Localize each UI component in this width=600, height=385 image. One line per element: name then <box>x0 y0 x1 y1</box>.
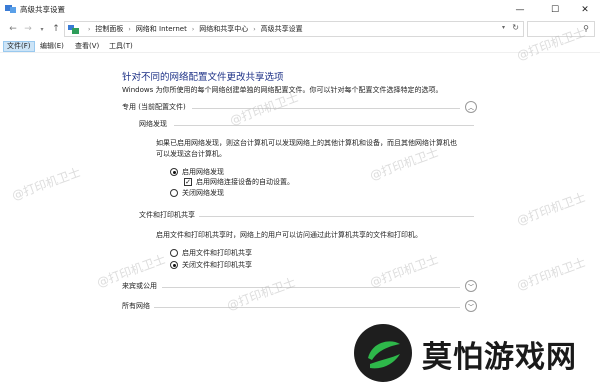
divider <box>192 108 460 109</box>
divider <box>154 307 460 308</box>
network-settings-icon <box>5 5 16 13</box>
crumb-control-panel[interactable]: 控制面板 <box>95 24 123 34</box>
menu-tools[interactable]: 工具(T) <box>106 41 136 52</box>
divider <box>199 216 474 217</box>
crumb-separator: › <box>253 25 256 33</box>
address-bar: ← → ▾ ↑ › 控制面板 › 网络和 Internet › 网络和共享中心 … <box>0 19 600 40</box>
logo-text: 莫怕游戏网 <box>422 340 577 375</box>
crumb-network-sharing-center[interactable]: 网络和共享中心 <box>199 24 248 34</box>
section-all-networks[interactable]: 所有网络 ﹀ <box>122 300 477 313</box>
discovery-description-2: 可以发现这台计算机。 <box>156 150 226 158</box>
discovery-off-option[interactable]: 关闭网络发现 <box>170 188 224 198</box>
refresh-icon[interactable]: ↻ <box>512 23 519 32</box>
maximize-button[interactable]: ☐ <box>540 0 570 19</box>
sharing-label: 文件和打印机共享 <box>139 211 195 219</box>
discovery-off-label: 关闭网络发现 <box>182 189 224 197</box>
up-arrow-icon[interactable]: ↑ <box>50 22 62 36</box>
chevron-down-icon[interactable]: ﹀ <box>465 300 477 312</box>
title-bar: 高级共享设置 — ☐ ✕ <box>0 0 600 19</box>
minimize-button[interactable]: — <box>505 0 535 19</box>
section-all-label: 所有网络 <box>122 302 150 310</box>
crumb-separator: › <box>128 25 131 33</box>
section-guest[interactable]: 来宾或公用 ﹀ <box>122 280 477 293</box>
page-title: 针对不同的网络配置文件更改共享选项 <box>122 72 284 83</box>
crumb-separator: › <box>191 25 195 33</box>
subsection-sharing: 文件和打印机共享 <box>139 210 474 222</box>
close-button[interactable]: ✕ <box>570 0 600 19</box>
divider <box>162 287 460 288</box>
divider <box>174 125 474 126</box>
auto-setup-label: 启用网络连接设备的自动设置。 <box>196 178 294 186</box>
breadcrumb[interactable]: › 控制面板 › 网络和 Internet › 网络和共享中心 › 高级共享设置… <box>64 21 524 37</box>
menu-file[interactable]: 文件(F) <box>3 41 35 52</box>
dropdown-icon[interactable]: ▾ <box>38 22 46 36</box>
chevron-up-icon[interactable]: ︿ <box>465 101 477 113</box>
crumb-separator: › <box>88 25 91 33</box>
radio-selected[interactable] <box>170 261 178 269</box>
menu-view[interactable]: 查看(V) <box>72 41 102 52</box>
sharing-off-option[interactable]: 关闭文件和打印机共享 <box>170 260 252 270</box>
section-guest-label: 来宾或公用 <box>122 282 157 290</box>
menu-bar: 文件(F) 编辑(E) 查看(V) 工具(T) <box>0 40 600 53</box>
discovery-on-label: 启用网络发现 <box>182 168 224 176</box>
crumb-network-internet[interactable]: 网络和 Internet <box>136 24 187 34</box>
sharing-on-label: 启用文件和打印机共享 <box>182 249 252 257</box>
auto-setup-option[interactable]: ✓ 启用网络连接设备的自动设置。 <box>184 177 294 187</box>
sharing-off-label: 关闭文件和打印机共享 <box>182 261 252 269</box>
section-private-label: 专用 (当前配置文件) <box>122 103 186 111</box>
radio-unselected[interactable] <box>170 189 178 197</box>
checkbox-checked-icon[interactable]: ✓ <box>184 178 192 186</box>
back-arrow-icon[interactable]: ← <box>7 22 19 36</box>
site-logo: 莫怕游戏网 <box>350 322 600 385</box>
sharing-description: 启用文件和打印机共享时，网络上的用户可以访问通过此计算机共享的文件和打印机。 <box>156 231 422 239</box>
logo-emblem-icon <box>354 324 412 382</box>
address-dropdown-icon[interactable]: ▾ <box>502 24 505 31</box>
forward-arrow-icon[interactable]: → <box>22 22 34 36</box>
discovery-description-1: 如果已启用网络发现，则这台计算机可以发现网络上的其他计算机和设备，而且其他网络计… <box>156 139 457 147</box>
menu-edit[interactable]: 编辑(E) <box>37 41 67 52</box>
subsection-discovery: 网络发现 <box>139 119 474 131</box>
discovery-label: 网络发现 <box>139 120 167 128</box>
radio-unselected[interactable] <box>170 249 178 257</box>
window-title: 高级共享设置 <box>20 5 65 14</box>
radio-selected[interactable] <box>170 168 178 176</box>
discovery-on-option[interactable]: 启用网络发现 <box>170 167 224 177</box>
control-panel-icon <box>68 24 79 34</box>
chevron-down-icon[interactable]: ﹀ <box>465 280 477 292</box>
crumb-advanced-sharing[interactable]: 高级共享设置 <box>261 24 303 34</box>
sharing-on-option[interactable]: 启用文件和打印机共享 <box>170 248 252 258</box>
